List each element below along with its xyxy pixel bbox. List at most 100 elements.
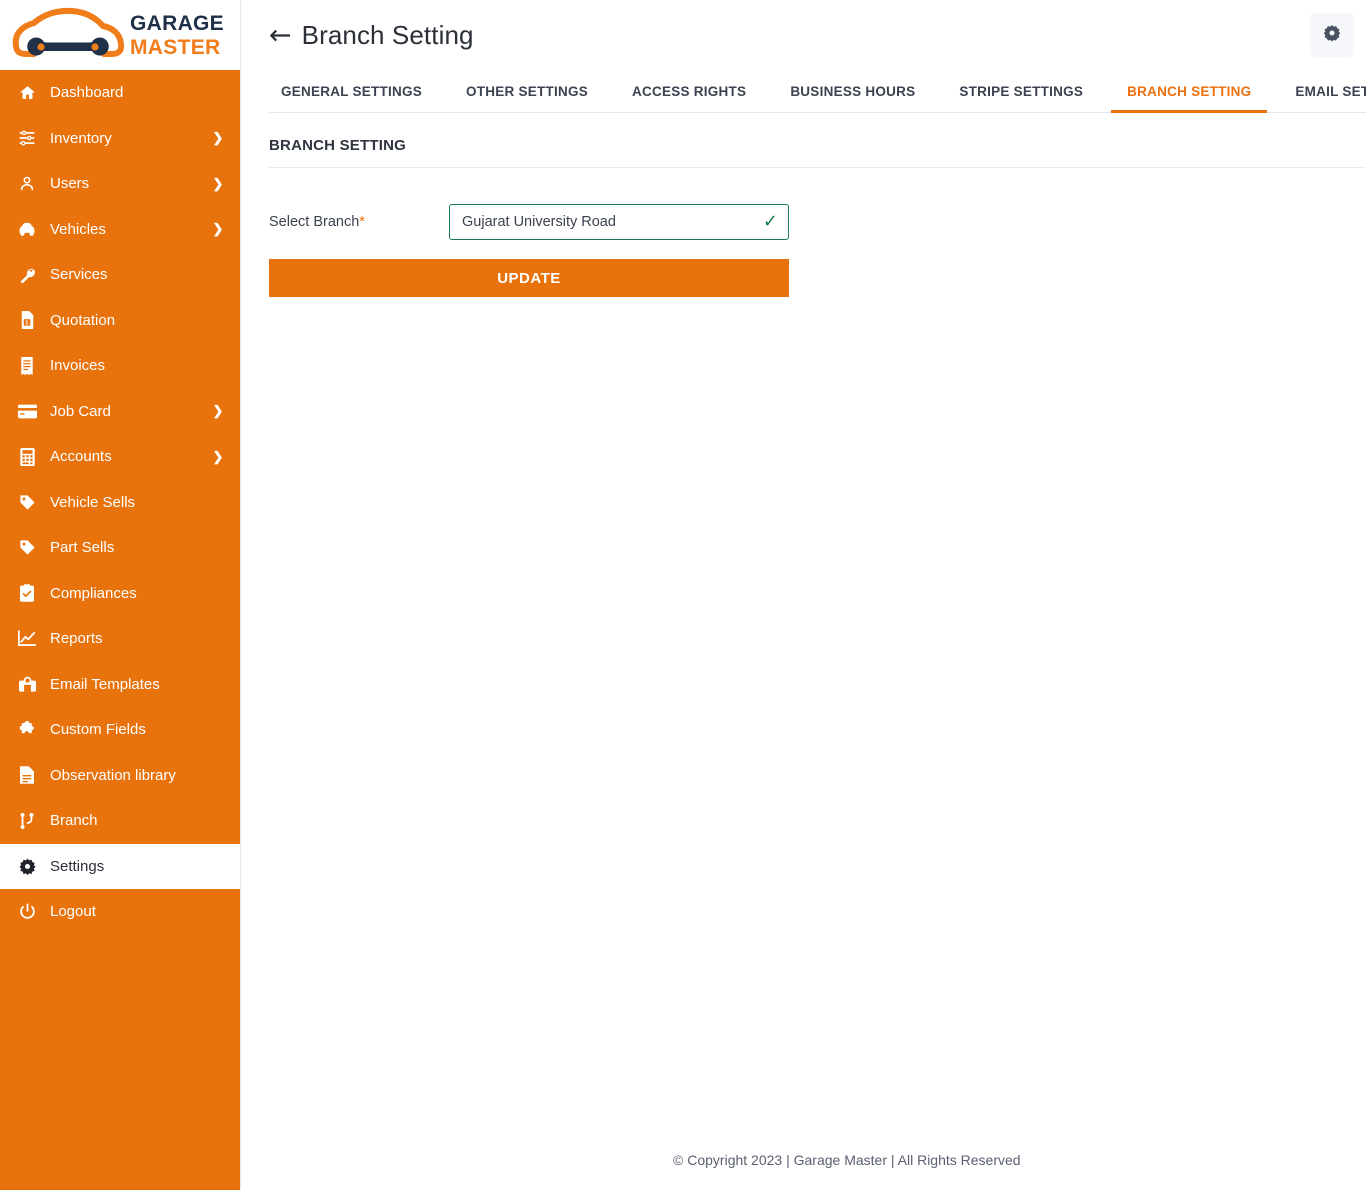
car-wrench-logo-icon [12, 7, 125, 57]
sidebar-item-services[interactable]: Services [0, 252, 240, 298]
sidebar-item-label: Vehicle Sells [50, 493, 136, 511]
select-branch-dropdown[interactable]: Gujarat University Road ✓ [449, 204, 789, 240]
sidebar-item-label: Dashboard [50, 84, 124, 102]
sidebar-item-label: Reports [50, 630, 103, 648]
svg-text:$: $ [25, 321, 29, 327]
puzzle-icon [14, 720, 40, 739]
clipboard-check-icon [14, 584, 40, 602]
select-branch-row: Select Branch* Gujarat University Road ✓ [269, 204, 1366, 240]
sidebar-item-label: Branch [50, 812, 98, 830]
calculator-icon [14, 447, 40, 466]
sidebar-item-label: Accounts [50, 448, 112, 466]
sidebar-item-settings[interactable]: Settings [0, 843, 240, 889]
sidebar-item-logout[interactable]: Logout [0, 889, 240, 935]
copyright-text: © Copyright 2023 | Garage Master | All R… [673, 1152, 1021, 1168]
settings-tabs: GENERAL SETTINGS OTHER SETTINGS ACCESS R… [269, 70, 1366, 113]
app-root: GARAGE MASTER Dashboard Inventory ❯ User… [0, 0, 1366, 1190]
top-bar: ← Branch Setting [241, 0, 1366, 70]
sidebar-item-branch[interactable]: Branch [0, 798, 240, 844]
sitemap-icon [14, 812, 40, 830]
car-icon [14, 221, 40, 238]
sidebar-item-compliances[interactable]: Compliances [0, 571, 240, 617]
sidebar-item-label: Settings [50, 857, 105, 875]
sidebar-item-label: Custom Fields [50, 721, 146, 739]
card-icon [14, 404, 40, 419]
sidebar-item-label: Compliances [50, 584, 137, 602]
sidebar-item-vehicle-sells[interactable]: Vehicle Sells [0, 480, 240, 526]
sidebar-item-label: Inventory [50, 129, 112, 147]
section-title: BRANCH SETTING [269, 113, 1366, 168]
content-panel: BRANCH SETTING Select Branch* Gujarat Un… [241, 113, 1366, 1130]
gear-icon [14, 858, 40, 875]
sidebar-nav: Dashboard Inventory ❯ Users ❯ Vehicles ❯… [0, 70, 240, 1190]
sidebar-item-users[interactable]: Users ❯ [0, 161, 240, 207]
tab-general-settings[interactable]: GENERAL SETTINGS [269, 84, 444, 112]
tab-access-rights[interactable]: ACCESS RIGHTS [610, 84, 768, 112]
select-branch-label-text: Select Branch [269, 214, 360, 230]
sidebar-item-quotation[interactable]: $ Quotation [0, 298, 240, 344]
file-lines-icon [14, 766, 40, 784]
sidebar-item-label: Services [50, 266, 108, 284]
sidebar-item-label: Vehicles [50, 220, 106, 238]
sidebar-item-dashboard[interactable]: Dashboard [0, 70, 240, 116]
sidebar-item-inventory[interactable]: Inventory ❯ [0, 116, 240, 162]
sidebar-item-label: Invoices [50, 357, 106, 375]
sidebar-item-label: Part Sells [50, 539, 115, 557]
sidebar-item-label: Logout [50, 903, 96, 921]
select-branch-label: Select Branch* [269, 214, 449, 230]
chevron-right-icon: ❯ [212, 448, 224, 464]
sidebar-item-label: Users [50, 175, 90, 193]
receipt-icon [14, 356, 40, 375]
tab-branch-setting[interactable]: BRANCH SETTING [1105, 84, 1273, 113]
sidebar-item-observation-library[interactable]: Observation library [0, 753, 240, 799]
required-mark: * [359, 214, 365, 230]
settings-button[interactable] [1309, 13, 1354, 57]
chart-line-icon [14, 630, 40, 647]
sidebar-item-reports[interactable]: Reports [0, 616, 240, 662]
settings-tabs-container: GENERAL SETTINGS OTHER SETTINGS ACCESS R… [241, 70, 1366, 113]
tag-icon [14, 494, 40, 511]
chevron-right-icon: ❯ [212, 130, 224, 146]
sidebar-item-accounts[interactable]: Accounts ❯ [0, 434, 240, 480]
tab-business-hours[interactable]: BUSINESS HOURS [768, 84, 937, 112]
select-branch-value: Gujarat University Road [462, 214, 616, 230]
brand-logo[interactable]: GARAGE MASTER [0, 0, 240, 70]
chevron-right-icon: ❯ [212, 175, 224, 191]
update-button[interactable]: UPDATE [269, 259, 789, 297]
tab-other-settings[interactable]: OTHER SETTINGS [444, 84, 610, 112]
home-icon [14, 84, 40, 101]
document-money-icon: $ [14, 311, 40, 330]
main-area: ← Branch Setting GENERAL SETTINGS OTHER … [240, 0, 1366, 1190]
check-icon: ✓ [762, 211, 778, 232]
sidebar-item-custom-fields[interactable]: Custom Fields [0, 707, 240, 753]
chevron-right-icon: ❯ [212, 221, 224, 237]
page-header: ← Branch Setting [269, 20, 1310, 51]
gear-icon [1323, 24, 1341, 47]
sidebar-item-part-sells[interactable]: Part Sells [0, 525, 240, 571]
sidebar: GARAGE MASTER Dashboard Inventory ❯ User… [0, 0, 240, 1190]
back-arrow-icon[interactable]: ← [269, 22, 292, 49]
brand-line-1: GARAGE [130, 11, 224, 35]
page-title: Branch Setting [301, 19, 474, 50]
user-icon [14, 175, 40, 192]
sidebar-item-label: Job Card [50, 402, 111, 420]
wrench-icon [14, 266, 40, 284]
tab-stripe-settings[interactable]: STRIPE SETTINGS [937, 84, 1105, 112]
top-bar-actions [1309, 13, 1366, 57]
sliders-icon [14, 129, 40, 147]
brand-line-2: MASTER [130, 35, 221, 59]
tab-email-setting[interactable]: EMAIL SETTING [1273, 84, 1366, 112]
sidebar-item-label: Observation library [50, 766, 176, 784]
chevron-right-icon: ❯ [212, 403, 224, 419]
brand-wordmark: GARAGE MASTER [130, 13, 224, 58]
sidebar-item-label: Email Templates [50, 675, 160, 693]
power-icon [14, 903, 40, 920]
sidebar-item-job-card[interactable]: Job Card ❯ [0, 389, 240, 435]
sidebar-item-label: Quotation [50, 311, 116, 329]
sidebar-item-vehicles[interactable]: Vehicles ❯ [0, 207, 240, 253]
footer: © Copyright 2023 | Garage Master | All R… [241, 1130, 1366, 1190]
sidebar-item-email-templates[interactable]: Email Templates [0, 662, 240, 708]
tag-icon [14, 539, 40, 556]
sidebar-item-invoices[interactable]: Invoices [0, 343, 240, 389]
mail-box-icon [14, 676, 40, 692]
